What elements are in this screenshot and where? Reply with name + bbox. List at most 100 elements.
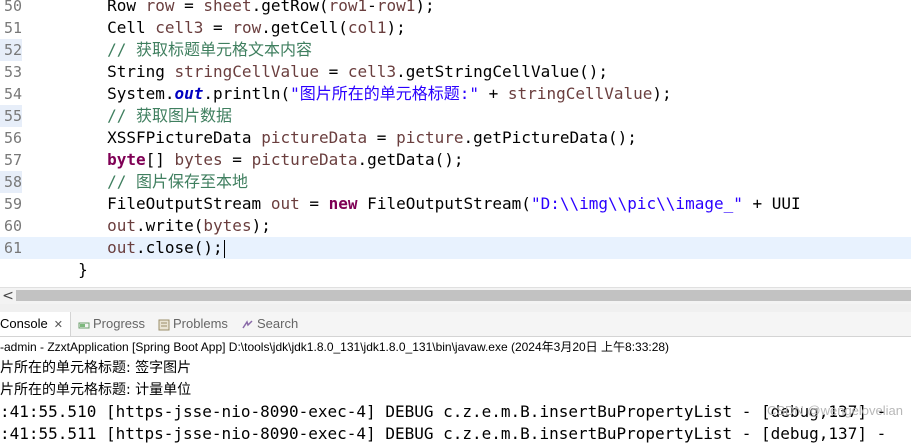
line-number: 55 <box>0 105 22 127</box>
code-token: .getCell( <box>261 18 348 37</box>
console-line: :41:55.510 [https-jsse-nio-8090-exec-4] … <box>0 402 887 421</box>
code-token: System. <box>107 84 175 103</box>
search-icon <box>242 319 253 328</box>
code-token: new <box>328 194 358 213</box>
code-token: pictureData <box>251 150 358 169</box>
code-token: // 图片保存至本地 <box>107 172 248 191</box>
code-token: = <box>299 194 329 213</box>
code-token: + UUI <box>742 194 801 213</box>
line-number: 60 <box>3 217 22 235</box>
code-token: stringCellValue <box>174 62 320 81</box>
code-token: = <box>174 0 204 15</box>
code-text: byte[] bytes = pictureData.getData(); <box>30 149 464 171</box>
code-token: .getStringCellValue(); <box>396 62 608 81</box>
code-token: .getRow( <box>251 0 329 15</box>
tab-progress-label: Progress <box>93 316 146 331</box>
code-line[interactable]: 61 out.close(); <box>0 237 911 259</box>
code-token: // 获取图片数据 <box>107 106 232 125</box>
code-line[interactable]: 55 // 获取图片数据 <box>0 105 911 127</box>
line-number: 59 <box>3 195 22 213</box>
tab-search[interactable]: Search <box>242 312 298 336</box>
code-token: + <box>479 84 508 103</box>
code-token: picture <box>396 128 464 147</box>
code-text: } <box>30 259 88 281</box>
code-token: .close(); <box>135 238 223 257</box>
line-number: 54 <box>3 85 22 103</box>
code-token: row <box>145 0 175 15</box>
scrollbar-thumb[interactable] <box>16 290 911 301</box>
code-line[interactable]: 59 FileOutputStream out = new FileOutput… <box>0 193 911 215</box>
horizontal-scrollbar[interactable]: < <box>0 287 911 304</box>
code-token: [] <box>145 150 175 169</box>
line-number: 53 <box>3 63 22 81</box>
code-line[interactable]: 56 XSSFPictureData pictureData = picture… <box>0 127 911 149</box>
code-token: byte <box>107 150 146 169</box>
tab-console[interactable]: Console ✕ <box>0 312 71 336</box>
code-line[interactable]: 58 // 图片保存至本地 <box>0 171 911 193</box>
code-token: cell3 <box>155 18 204 37</box>
code-token: = <box>319 62 348 81</box>
code-token: ); <box>652 84 672 103</box>
scroll-left-arrow-icon[interactable]: < <box>0 288 16 304</box>
watermark: CSDN @wengelovelian <box>766 403 903 418</box>
code-line[interactable]: } <box>0 259 911 281</box>
code-token: cell3 <box>347 62 397 81</box>
line-number: 51 <box>3 19 22 37</box>
view-tabs: Console ✕ Progress Problems Search <box>0 312 911 337</box>
code-text: String stringCellValue = cell3.getString… <box>30 61 608 83</box>
line-number: 58 <box>0 171 22 193</box>
code-token: bytes <box>203 216 252 235</box>
code-token: .getPictureData(); <box>463 128 637 147</box>
code-line[interactable]: 53 String stringCellValue = cell3.getStr… <box>0 61 911 83</box>
line-number: 56 <box>3 129 22 147</box>
code-line[interactable]: 57 byte[] bytes = pictureData.getData(); <box>0 149 911 171</box>
code-token: ); <box>251 216 271 235</box>
code-token: row1 <box>328 0 368 15</box>
code-line[interactable]: 60 out.write(bytes); <box>0 215 911 237</box>
code-token: out <box>270 194 300 213</box>
tab-problems[interactable]: Problems <box>158 312 228 336</box>
code-token: stringCellValue <box>507 84 653 103</box>
code-token: FileOutputStream <box>107 194 271 213</box>
code-token: row <box>232 18 262 37</box>
code-token: sheet <box>203 0 252 15</box>
code-token: "D:\\img\\pic\\image_" <box>530 194 743 213</box>
code-token: .getData(); <box>357 150 464 169</box>
code-token: } <box>30 260 88 279</box>
code-text: out.close(); <box>30 237 225 259</box>
code-line[interactable]: 51 Cell cell3 = row.getCell(col1); <box>0 17 911 39</box>
line-number: 52 <box>0 39 22 61</box>
code-text: System.out.println("图片所在的单元格标题:" + strin… <box>30 83 672 105</box>
code-token: col1 <box>347 18 387 37</box>
code-editor[interactable]: 50 Row row = sheet.getRow(row1-row1); 51 … <box>0 0 911 287</box>
tab-console-label: Console <box>0 316 48 331</box>
console-line: :41:55.511 [https-jsse-nio-8090-exec-4] … <box>0 424 887 443</box>
code-token: out <box>107 238 136 257</box>
code-token: out <box>107 216 136 235</box>
code-line[interactable]: 50 Row row = sheet.getRow(row1-row1); <box>0 0 911 17</box>
tab-progress[interactable]: Progress <box>78 312 145 336</box>
code-text: // 获取标题单元格文本内容 <box>30 39 312 61</box>
code-text: Row row = sheet.getRow(row1-row1); <box>30 0 435 17</box>
text-cursor <box>223 239 225 258</box>
panel-separator[interactable] <box>0 304 911 312</box>
code-token: // 获取标题单元格文本内容 <box>107 40 312 59</box>
code-text: Cell cell3 = row.getCell(col1); <box>30 17 406 39</box>
code-text: XSSFPictureData pictureData = picture.ge… <box>30 127 637 149</box>
console-output[interactable]: 片所在的单元格标题: 签字图片 片所在的单元格标题: 计量单位 :41:55.5… <box>0 357 911 443</box>
code-line[interactable]: 54 System.out.println("图片所在的单元格标题:" + st… <box>0 83 911 105</box>
process-label: -admin - ZzxtApplication [Spring Boot Ap… <box>0 337 911 357</box>
code-token: ); <box>386 18 406 37</box>
code-text: FileOutputStream out = new FileOutputStr… <box>30 193 801 215</box>
close-icon[interactable]: ✕ <box>54 319 63 331</box>
code-line[interactable]: 52 // 获取标题单元格文本内容 <box>0 39 911 61</box>
code-token: "图片所在的单元格标题:" <box>290 84 480 103</box>
code-token: ); <box>415 0 435 15</box>
